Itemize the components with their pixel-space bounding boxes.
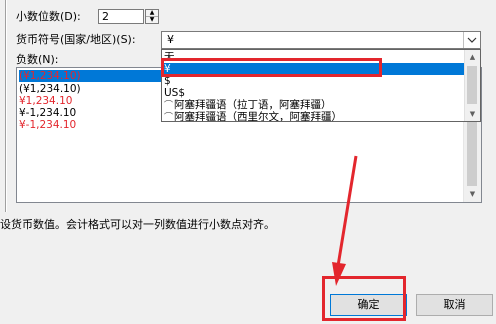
list-item[interactable]: (¥1,234.10) bbox=[19, 83, 81, 95]
scroll-down-icon[interactable]: ▼ bbox=[464, 186, 481, 202]
decimal-places-label: 小数位数(D): bbox=[16, 10, 81, 23]
option-label: $ bbox=[164, 75, 171, 87]
dropdown-option[interactable]: ¥ bbox=[164, 63, 464, 75]
option-label: ¥ bbox=[164, 63, 171, 75]
negative-format-text: ¥1,234.10 bbox=[19, 95, 73, 107]
decimal-places-stepper[interactable]: ▲ ▼ bbox=[145, 9, 159, 24]
dropdown-button[interactable] bbox=[463, 32, 480, 48]
negative-format-text: (¥1,234.10) bbox=[19, 83, 81, 95]
option-label: 阿塞拜疆语（西里尔文，阿塞拜疆） bbox=[174, 111, 342, 122]
negative-format-text: (¥1,234.10) bbox=[19, 70, 81, 82]
currency-symbol-value: ¥ bbox=[167, 33, 174, 46]
left-divider-highlight bbox=[6, 0, 7, 212]
negative-format-text: ¥-1,234.10 bbox=[19, 119, 77, 131]
dropdown-option[interactable]: ⌒阿塞拜疆语（拉丁语，阿塞拜疆） bbox=[164, 99, 464, 111]
dropdown-option[interactable]: 无 bbox=[164, 51, 464, 63]
dropdown-option[interactable]: $ bbox=[164, 75, 464, 87]
option-label: 阿塞拜疆语（拉丁语，阿塞拜疆） bbox=[174, 99, 332, 111]
dropdown-option[interactable]: ⌒阿塞拜疆语（西里尔文，阿塞拜疆） bbox=[164, 111, 464, 122]
negative-format-text: ¥-1,234.10 bbox=[19, 107, 77, 119]
option-label: 无 bbox=[164, 51, 175, 63]
negative-numbers-label: 负数(N): bbox=[16, 53, 59, 66]
currency-dropdown-list[interactable]: 无 ¥ $ US$ ⌒阿塞拜疆语（拉丁语，阿塞拜疆） ⌒阿塞拜疆语（西里尔文，阿… bbox=[161, 49, 481, 122]
chevron-down-icon bbox=[467, 37, 477, 43]
dropdown-scrollbar[interactable]: ▲ ▼ bbox=[464, 50, 480, 121]
list-item[interactable]: ¥1,234.10 bbox=[19, 95, 72, 107]
format-description: 设货币数值。会计格式可以对一列数值进行小数点对齐。 bbox=[0, 218, 275, 231]
option-label: US$ bbox=[164, 87, 186, 99]
scroll-up-icon[interactable]: ▲ bbox=[465, 50, 480, 64]
ok-button[interactable]: 确定 bbox=[330, 294, 407, 316]
dropdown-option[interactable]: US$ bbox=[164, 87, 464, 99]
currency-symbol-combobox[interactable]: ¥ bbox=[161, 31, 481, 49]
scrollbar-thumb[interactable] bbox=[467, 66, 477, 104]
list-item[interactable]: ¥-1,234.10 bbox=[19, 119, 76, 131]
cancel-button[interactable]: 取消 bbox=[416, 294, 493, 316]
currency-symbol-label: 货币符号(国家/地区)(S): bbox=[16, 33, 136, 46]
decrement-arrow-icon[interactable]: ▼ bbox=[146, 17, 158, 23]
scroll-down-icon[interactable]: ▼ bbox=[465, 107, 480, 121]
list-item[interactable]: ¥-1,234.10 bbox=[19, 107, 76, 119]
locale-icon: ⌒ bbox=[164, 113, 174, 122]
decimal-places-input[interactable]: 2 bbox=[98, 9, 144, 24]
list-item[interactable]: (¥1,234.10) bbox=[19, 70, 167, 82]
